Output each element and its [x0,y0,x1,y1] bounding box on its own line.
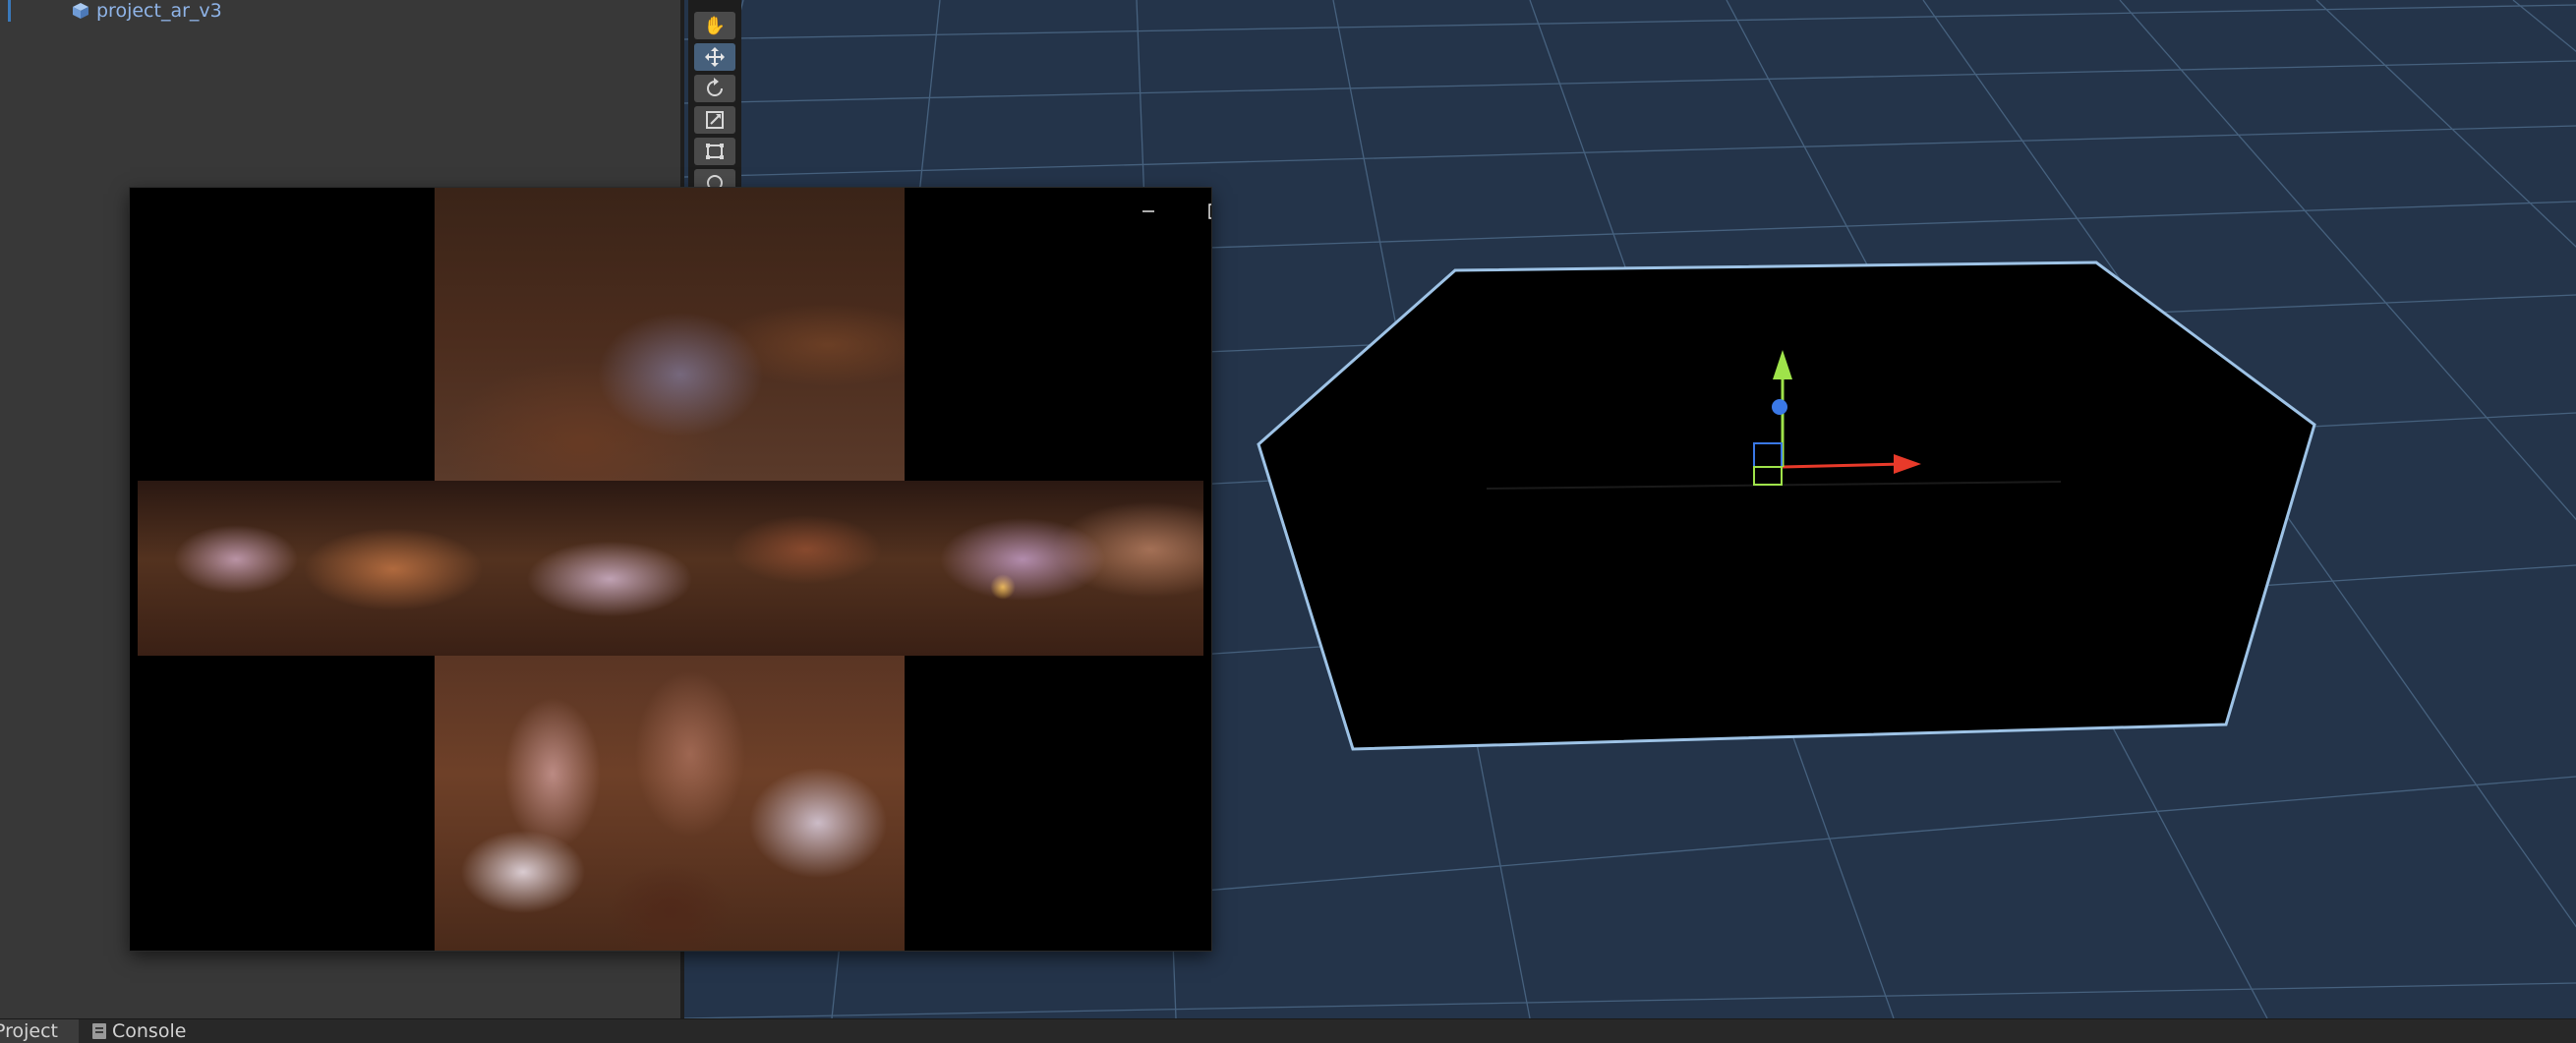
tab-console-label: Console [112,1020,187,1042]
skybox-face-bottom [435,656,905,951]
tab-project[interactable]: Project [0,1019,79,1043]
skybox-face-middle-strip [138,481,1203,656]
move-tool-button[interactable] [694,43,735,71]
rotate-icon [707,78,723,96]
rect-tool-button[interactable] [694,138,735,165]
hierarchy-indent-line [8,0,11,22]
minimize-button[interactable] [1126,198,1171,225]
bottom-tab-bar: Project Console [0,1018,2576,1043]
scale-tool-button[interactable] [694,106,735,134]
game-preview-window[interactable] [130,188,1211,951]
tab-console[interactable]: Console [92,1019,186,1043]
rect-transform-icon [706,144,724,159]
scale-icon [706,111,724,129]
hierarchy-item-label: project_ar_v3 [96,0,222,22]
minimize-icon [1142,210,1154,212]
maximize-icon [1208,203,1211,219]
hand-icon: ✋ [703,15,727,35]
maximize-button[interactable] [1194,198,1211,225]
skybox-face-top [435,188,905,481]
prefab-cube-icon [71,1,90,21]
console-icon [92,1023,106,1039]
tab-project-label: Project [0,1020,59,1042]
selected-box-object [1257,261,2316,751]
rotate-tool-button[interactable] [694,75,735,102]
move-icon [705,47,725,67]
scene-tool-palette: ✋ [688,0,741,193]
hierarchy-item[interactable]: project_ar_v3 [71,0,222,22]
hand-tool-button[interactable]: ✋ [694,12,735,39]
